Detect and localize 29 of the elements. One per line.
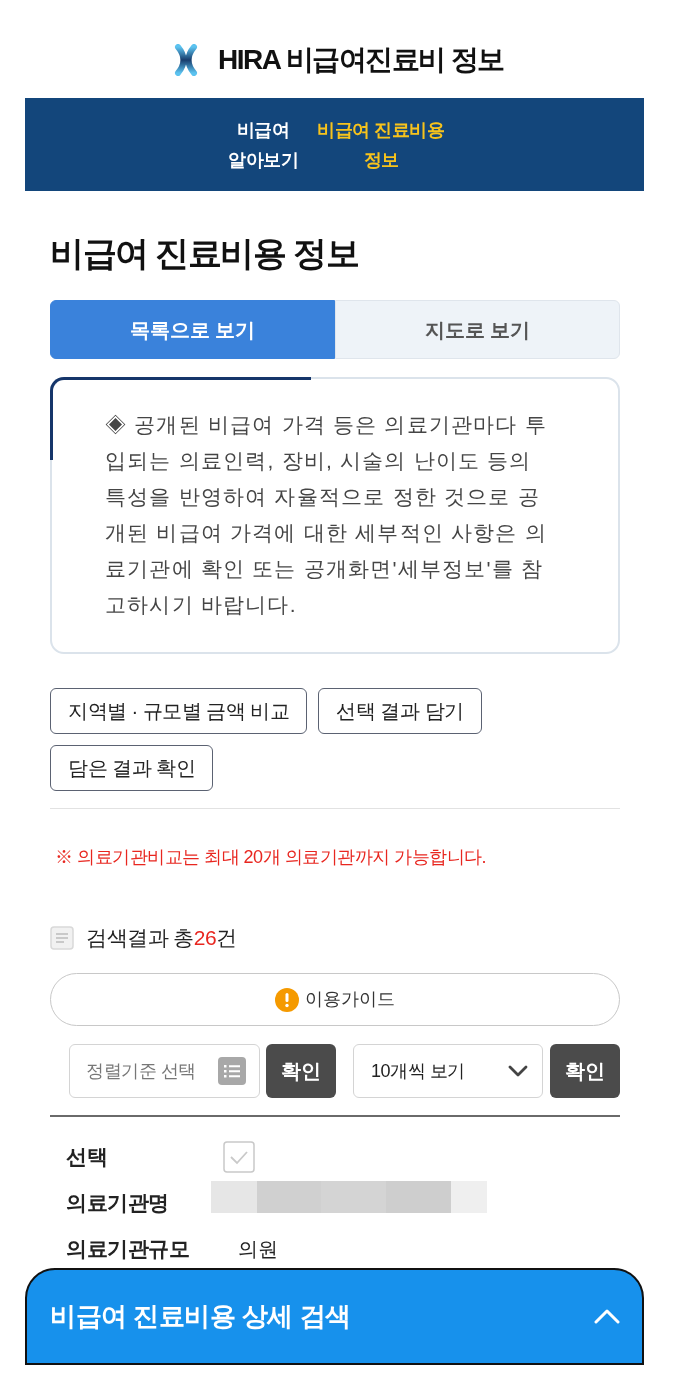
list-icon[interactable]: [218, 1057, 246, 1085]
chevron-down-icon: [508, 1065, 528, 1077]
warning-icon: [275, 987, 299, 1012]
field-label: 선택: [66, 1144, 108, 1171]
nav-link[interactable]: 비급여 알아보기: [218, 114, 308, 175]
page-size-select[interactable]: 10개씩 보기: [353, 1044, 543, 1098]
result-count: 검색결과 총26건: [86, 925, 237, 951]
sort-field[interactable]: 정렬기준 선택: [69, 1044, 260, 1098]
accent-border-left: [50, 393, 53, 460]
guide-button[interactable]: 이용가이드: [50, 973, 620, 1026]
field-label: 의료기관명: [66, 1190, 170, 1217]
action-button[interactable]: 지역별 · 규모별 금액 비교: [50, 688, 308, 734]
document-icon: [50, 926, 74, 950]
logo-icon: [174, 44, 198, 76]
notice-text: ◈ 공개된 비급여 가격 등은 의료기관마다 투입되는 의료인력, 장비, 시술의 난이도 등의 특성을 반영하여 자율적으로 정한 것으로 공개된 비급여 가격에 대한 세부적인 사항은 의료기관에 확인 또는 공개화면'세부정보'를 참고하시기 바랍니다.: [105, 412, 548, 618]
page-title: 비급여 진료비용 정보: [50, 233, 360, 273]
confirm-button[interactable]: 확인: [550, 1044, 620, 1098]
chevron-up-icon: [594, 1309, 620, 1324]
field-value: 의원: [238, 1237, 278, 1262]
limit-notice: ※ 의료기관비교는 최대 20개 의료기관까지 가능합니다.: [54, 846, 488, 869]
checkbox[interactable]: [223, 1141, 255, 1173]
action-button[interactable]: 선택 결과 담기: [318, 688, 482, 734]
view-tab[interactable]: 목록으로 보기: [50, 300, 335, 359]
action-button[interactable]: 담은 결과 확인: [50, 745, 214, 791]
field-label: 의료기관규모: [66, 1236, 190, 1263]
site-title: HIRA 비급여진료비 정보: [218, 43, 504, 77]
confirm-button[interactable]: 확인: [266, 1044, 336, 1098]
nav-link[interactable]: 비급여 진료비용 정보: [311, 114, 451, 175]
view-tab[interactable]: 지도로 보기: [335, 300, 620, 359]
